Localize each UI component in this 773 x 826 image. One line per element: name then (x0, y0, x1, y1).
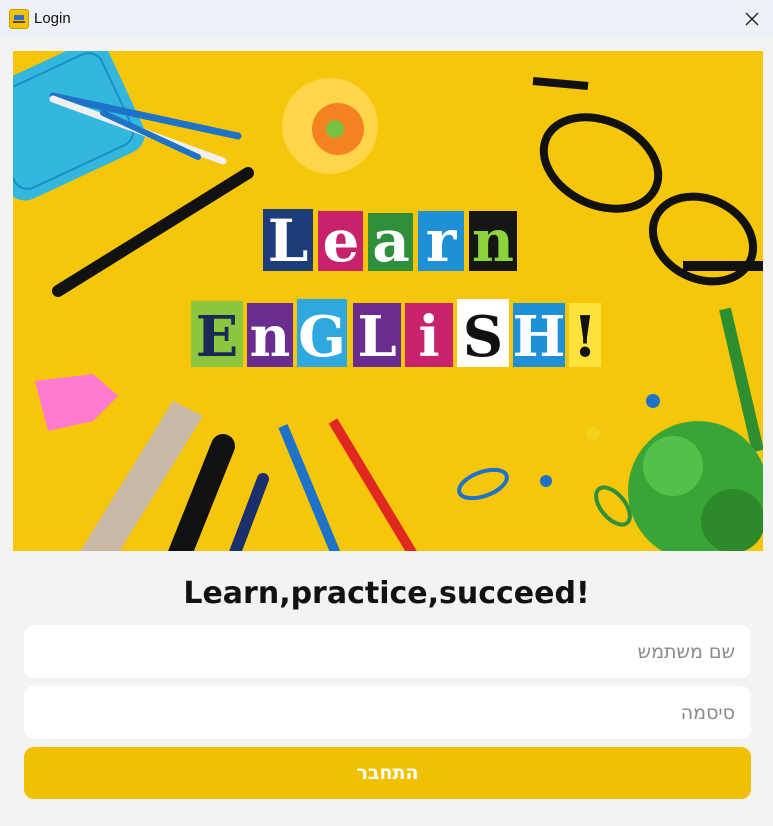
svg-text:!: ! (573, 304, 598, 370)
svg-text:L: L (357, 304, 396, 370)
learn-english-illustration: L e a r n E n G L i S H ! (13, 51, 763, 551)
svg-text:E: E (196, 304, 239, 370)
svg-text:e: e (323, 207, 360, 275)
svg-text:S: S (463, 304, 503, 370)
close-button[interactable] (737, 4, 767, 34)
hero-image: L e a r n E n G L i S H ! (13, 51, 763, 551)
svg-text:n: n (472, 207, 514, 275)
close-icon (745, 12, 759, 26)
svg-text:L: L (268, 207, 309, 275)
svg-text:a: a (372, 207, 410, 275)
svg-text:n: n (250, 304, 291, 370)
svg-text:i: i (418, 304, 439, 370)
svg-text:G: G (298, 304, 346, 370)
svg-text:H: H (513, 304, 566, 370)
flower-note-illustration (282, 78, 378, 174)
svg-text:r: r (426, 207, 458, 275)
app-logo-icon (9, 9, 29, 29)
username-input[interactable] (24, 625, 751, 678)
login-button[interactable]: התחבר (24, 747, 751, 799)
tagline-heading: Learn,practice,succeed! (183, 576, 590, 611)
window-title: Login (34, 10, 71, 27)
password-input[interactable] (24, 686, 751, 739)
title-bar: Login (0, 0, 773, 38)
